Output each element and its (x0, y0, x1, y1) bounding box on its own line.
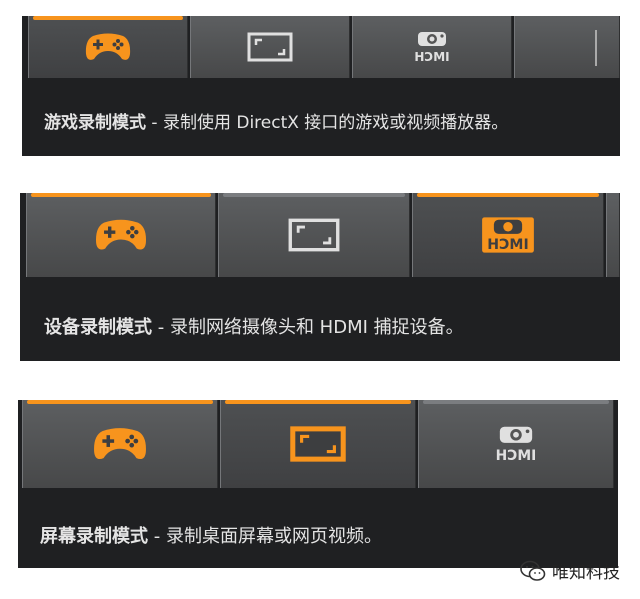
active-indicator (33, 16, 183, 20)
tab-divider (595, 30, 597, 66)
mode-caption: 设备录制模式 - 录制网络摄像头和 HDMI 捕捉设备。 (44, 313, 464, 339)
tab-indicator (417, 193, 599, 197)
caption-separator: - (148, 526, 166, 547)
screen-capture-icon (247, 32, 293, 62)
tab-game-mode[interactable] (26, 193, 216, 277)
gamepad-icon (96, 219, 146, 250)
composite-screenshot: { "panels": [ { "mode_label": "游戏录制模式", … (0, 0, 640, 599)
mode-label: 屏幕录制模式 (40, 526, 148, 547)
hdmi-webcam-icon: HƆMI (496, 426, 537, 464)
panel-screen-mode: HƆMI 屏幕录制模式 - 录制桌面屏幕或网页视频。 (18, 400, 618, 568)
tab-device-mode[interactable]: HƆMI (418, 400, 614, 488)
caption-separator: - (152, 317, 170, 338)
gamepad-icon (94, 428, 146, 460)
hdmi-webcam-icon: HƆMI (482, 217, 534, 253)
tab-device-mode[interactable]: HƆMI (352, 16, 512, 78)
gamepad-icon (85, 33, 131, 60)
tab-screen-mode[interactable] (218, 193, 410, 277)
screen-capture-icon (288, 218, 340, 252)
panel-game-mode: HƆMI 游戏录制模式 - 录制使用 DirectX 接口的游戏或视频播放器。 (22, 16, 620, 156)
tab-indicator (225, 400, 411, 404)
mode-caption: 屏幕录制模式 - 录制桌面屏幕或网页视频。 (40, 522, 382, 548)
caption-separator: - (146, 113, 163, 133)
hdmi-text: HƆMI (414, 50, 449, 64)
tab-indicator (423, 400, 609, 404)
tab-game-mode[interactable] (22, 400, 218, 488)
active-indicator (31, 193, 211, 197)
hdmi-text: HƆMI (496, 448, 537, 464)
active-indicator (27, 400, 213, 404)
screen-capture-icon (290, 426, 346, 462)
hdmi-text: HƆMI (487, 237, 528, 253)
watermark-text: 唯知科技 (552, 563, 620, 583)
watermark: 唯知科技 (520, 558, 620, 583)
panel-device-mode: HƆMI 设备录制模式 - 录制网络摄像头和 HDMI 捕捉设备。 (20, 193, 620, 361)
tab-screen-mode[interactable] (220, 400, 416, 488)
mode-description: 录制桌面屏幕或网页视频。 (165, 526, 382, 547)
mode-description: 录制网络摄像头和 HDMI 捕捉设备。 (169, 317, 464, 338)
mode-label: 设备录制模式 (44, 317, 152, 338)
tab-indicator (223, 193, 405, 197)
mode-caption: 游戏录制模式 - 录制使用 DirectX 接口的游戏或视频播放器。 (44, 108, 508, 133)
hdmi-webcam-icon: HƆMI (414, 32, 450, 64)
mode-label: 游戏录制模式 (44, 113, 146, 133)
tab-device-mode[interactable]: HƆMI (412, 193, 604, 277)
mode-description: 录制使用 DirectX 接口的游戏或视频播放器。 (162, 113, 509, 133)
tab-screen-mode[interactable] (190, 16, 350, 78)
tab-game-mode[interactable] (28, 16, 188, 78)
tab-extra[interactable] (514, 16, 620, 78)
tab-extra[interactable] (606, 193, 620, 277)
wechat-icon (520, 560, 546, 581)
